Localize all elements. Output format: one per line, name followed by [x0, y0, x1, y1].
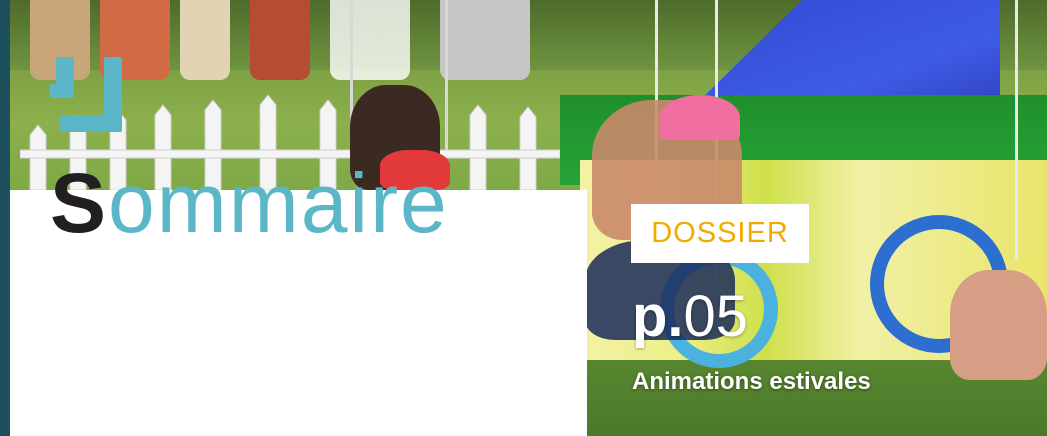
photo-figure — [250, 0, 310, 80]
left-edge-bar — [0, 0, 10, 436]
page-reference[interactable]: p.05 — [632, 285, 748, 349]
brand-mark-icon — [50, 57, 122, 132]
title-rest: ommaire — [108, 156, 449, 250]
section-badge: DOSSIER — [631, 204, 809, 263]
swing-chain — [1015, 0, 1018, 260]
swing-chain — [445, 0, 448, 150]
page-prefix: p. — [632, 284, 684, 349]
photo-figure — [330, 0, 410, 80]
title-initial: S — [50, 156, 109, 250]
pink-hat — [660, 95, 740, 140]
page-title: Sommaire — [50, 158, 449, 248]
feature-subtitle[interactable]: Animations estivales — [632, 366, 871, 398]
photo-figure — [180, 0, 230, 80]
photo-figure — [440, 0, 530, 80]
child-on-swing — [950, 270, 1047, 380]
page-number: 05 — [683, 284, 749, 349]
